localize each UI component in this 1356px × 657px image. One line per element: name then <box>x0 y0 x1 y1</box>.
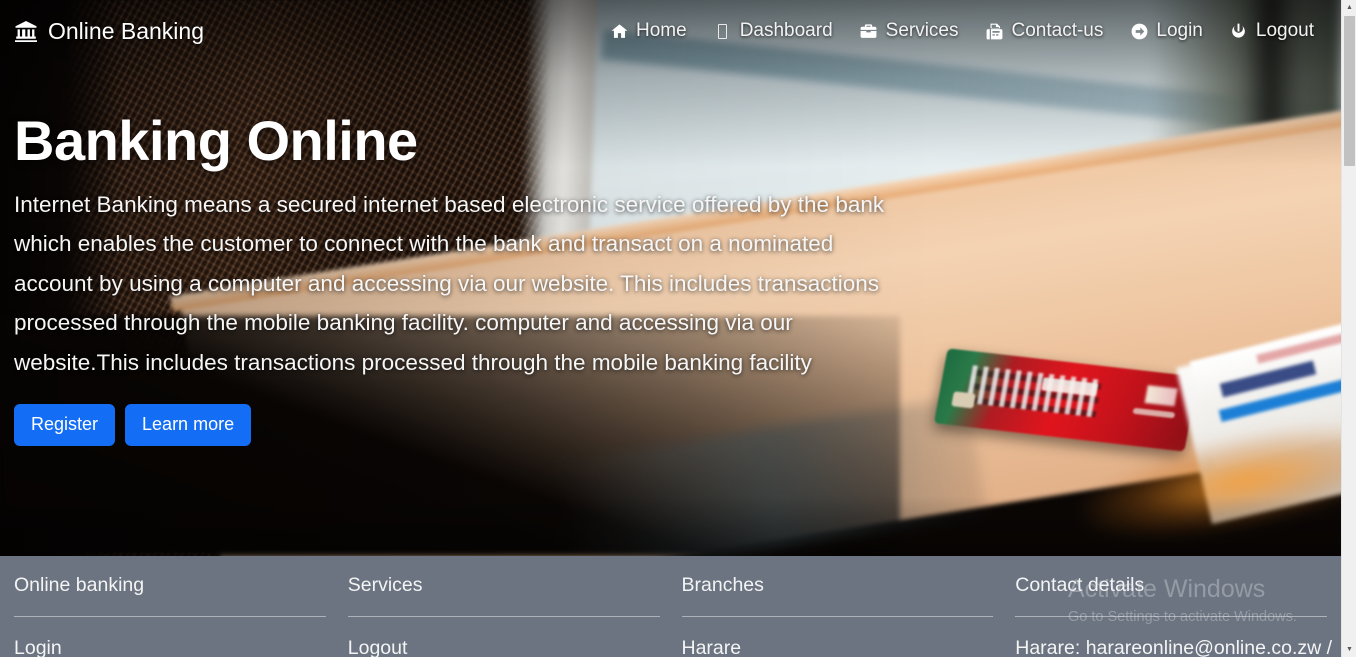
home-icon <box>609 21 629 41</box>
footer-divider <box>347 616 660 618</box>
brand-logo[interactable]: Online Banking <box>14 18 204 45</box>
footer-column-services: Services Logout <box>347 574 660 657</box>
fax-icon <box>985 21 1005 41</box>
footer-link-login[interactable]: Login <box>14 637 326 657</box>
footer-column-online-banking: Online banking Login <box>14 574 326 657</box>
nav-label-home: Home <box>636 20 687 41</box>
arrow-circle-right-icon <box>1129 21 1149 41</box>
hero-paragraph: Internet Banking means a secured interne… <box>14 191 885 375</box>
nav-label-services: Services <box>885 20 959 41</box>
vertical-scrollbar[interactable]: ▲ ▼ <box>1341 0 1356 657</box>
footer-divider <box>14 616 326 618</box>
nav-links: Home Dashboard Services Contact-us Login… <box>596 16 1327 46</box>
brand-name: Online Banking <box>48 17 204 44</box>
hero-buttons: Register Learn more <box>14 404 914 446</box>
hero-content: Banking Online Internet Banking means a … <box>14 109 914 446</box>
footer-divider <box>681 616 994 618</box>
footer-heading-branches: Branches <box>681 574 764 596</box>
scrollbar-down-arrow-icon[interactable]: ▼ <box>1342 642 1356 657</box>
nav-item-dashboard[interactable]: Dashboard <box>700 16 846 46</box>
footer-heading-online-banking: Online banking <box>14 574 145 596</box>
nav-item-login[interactable]: Login <box>1116 16 1216 46</box>
learn-more-button[interactable]: Learn more <box>125 404 252 446</box>
toolbox-icon <box>859 21 879 41</box>
scrollbar-up-arrow-icon[interactable]: ▲ <box>1342 0 1356 15</box>
footer-heading-services: Services <box>347 574 423 596</box>
nav-label-contact-us: Contact-us <box>1011 20 1104 41</box>
scrollbar-thumb[interactable] <box>1344 16 1355 166</box>
hero-section: Online Banking Home Dashboard Services C… <box>0 0 1341 556</box>
main-navbar: Online Banking Home Dashboard Services C… <box>0 0 1341 62</box>
site-footer: Online banking Login Services Logout Bra… <box>0 556 1341 657</box>
footer-heading-contact-details: Contact details <box>1015 574 1145 596</box>
hero-title: Banking Online <box>14 109 418 172</box>
register-button[interactable]: Register <box>14 404 116 446</box>
nav-item-logout[interactable]: Logout <box>1216 16 1327 46</box>
footer-link-logout[interactable]: Logout <box>348 637 660 657</box>
nav-item-contact-us[interactable]: Contact-us <box>972 16 1117 46</box>
missing-glyph-icon <box>713 21 733 41</box>
nav-label-logout: Logout <box>1255 20 1314 41</box>
nav-label-login: Login <box>1156 20 1203 41</box>
footer-column-branches: Branches Harare <box>681 574 994 657</box>
footer-link-harare-email[interactable]: Harare: harareonline@online.co.zw / <box>1015 637 1332 657</box>
bank-icon <box>14 19 38 43</box>
footer-column-contact-details: Contact details Harare: harareonline@onl… <box>1015 574 1332 657</box>
footer-link-harare[interactable]: Harare <box>682 637 994 657</box>
power-icon <box>1229 21 1249 41</box>
footer-divider <box>1015 616 1327 618</box>
browser-page: Online Banking Home Dashboard Services C… <box>0 0 1356 657</box>
footer-columns: Online banking Login Services Logout Bra… <box>0 556 1341 657</box>
nav-item-services[interactable]: Services <box>846 16 972 46</box>
nav-label-dashboard: Dashboard <box>739 20 833 41</box>
nav-item-home[interactable]: Home <box>596 16 700 46</box>
